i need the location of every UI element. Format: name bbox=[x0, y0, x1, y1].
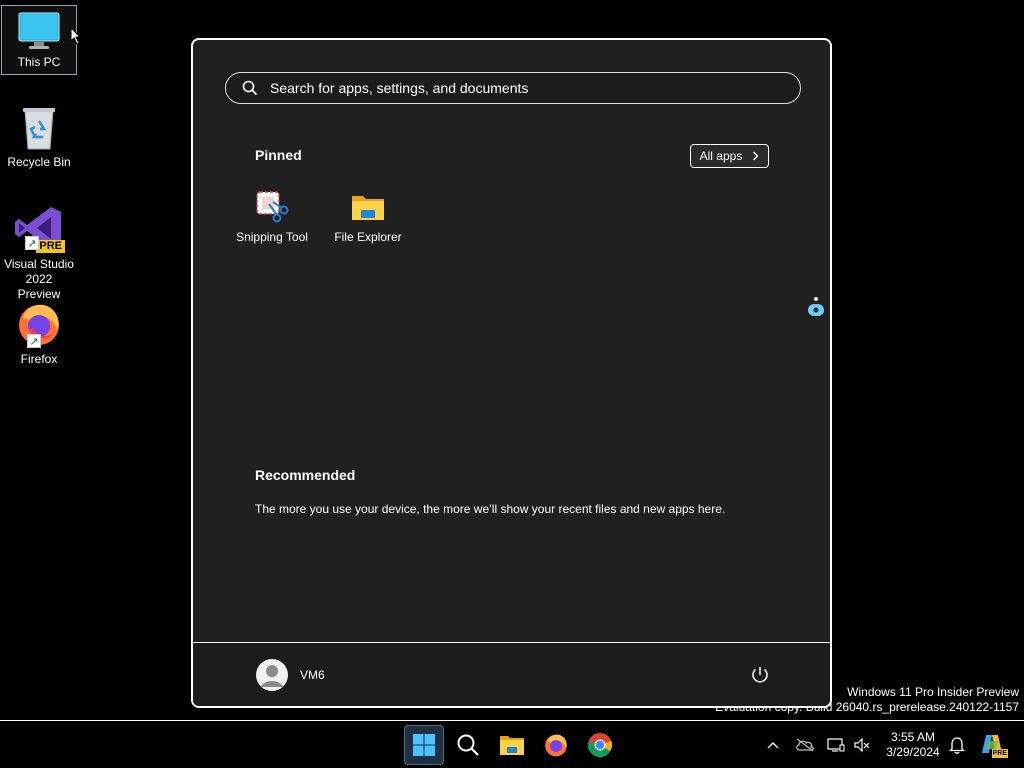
recommended-title: Recommended bbox=[255, 467, 356, 483]
start-search-box[interactable] bbox=[225, 72, 801, 104]
chevron-right-icon bbox=[753, 151, 759, 161]
start-menu: Pinned All apps Snipping Tool File Explo… bbox=[191, 38, 832, 708]
desktop-icon-label: Visual Studio 2022 Preview bbox=[4, 257, 74, 301]
shortcut-arrow-icon: ↗ bbox=[25, 236, 39, 250]
user-name[interactable]: VM6 bbox=[300, 668, 325, 682]
power-button[interactable] bbox=[748, 663, 772, 687]
search-input[interactable] bbox=[270, 80, 800, 96]
monitor-icon bbox=[18, 12, 60, 49]
start-menu-footer: VM6 bbox=[193, 642, 830, 706]
network-tray-icon[interactable] bbox=[825, 721, 847, 768]
power-icon bbox=[752, 667, 768, 683]
shortcut-arrow-icon: ↗ bbox=[27, 334, 41, 348]
file-explorer-icon bbox=[352, 196, 384, 220]
copilot-side-icon[interactable] bbox=[806, 296, 826, 318]
volume-tray-icon[interactable] bbox=[851, 721, 873, 768]
chrome-icon bbox=[587, 733, 613, 758]
snipping-tool-icon bbox=[256, 191, 289, 223]
taskbar-file-explorer[interactable] bbox=[492, 725, 532, 765]
firefox-icon bbox=[545, 734, 567, 757]
pinned-app-file-explorer[interactable]: File Explorer bbox=[320, 190, 416, 244]
pre-badge: PRE bbox=[36, 240, 65, 253]
speaker-muted-icon bbox=[854, 737, 870, 753]
start-icon bbox=[413, 734, 435, 756]
pre-badge: PRE bbox=[991, 749, 1008, 758]
desktop-icon-label: This PC bbox=[17, 55, 61, 69]
user-avatar[interactable] bbox=[256, 659, 288, 691]
desktop-icon-visual-studio[interactable]: PRE ↗ Visual Studio 2022 Preview bbox=[1, 203, 77, 302]
user-icon bbox=[261, 665, 283, 687]
notifications-button[interactable] bbox=[946, 721, 968, 768]
bell-icon bbox=[949, 737, 965, 754]
show-hidden-icons-button[interactable] bbox=[763, 721, 783, 768]
taskbar: 3:55 AM 3/29/2024 PRE bbox=[0, 720, 1024, 768]
desktop-icon-label: Recycle Bin bbox=[7, 155, 71, 169]
pinned-app-label: File Explorer bbox=[334, 230, 402, 244]
copilot-preview-button[interactable]: PRE bbox=[978, 721, 1008, 768]
clock-date: 3/29/2024 bbox=[886, 745, 940, 759]
mouse-cursor-icon bbox=[70, 27, 82, 45]
onedrive-tray-icon[interactable] bbox=[793, 721, 817, 768]
desktop-icon-recycle-bin[interactable]: Recycle Bin bbox=[1, 105, 77, 170]
recycle-bin-icon bbox=[23, 108, 55, 150]
recommended-empty-message: The more you use your device, the more w… bbox=[255, 502, 726, 516]
network-icon bbox=[827, 738, 845, 752]
taskbar-chrome[interactable] bbox=[580, 725, 620, 765]
clock-time: 3:55 AM bbox=[890, 730, 936, 744]
desktop-icon-label: Firefox bbox=[20, 352, 58, 366]
all-apps-button[interactable]: All apps bbox=[690, 144, 769, 168]
file-explorer-icon bbox=[500, 736, 524, 755]
desktop-icon-this-pc[interactable]: This PC bbox=[1, 5, 77, 75]
taskbar-firefox[interactable] bbox=[536, 725, 576, 765]
cloud-offline-icon bbox=[796, 738, 814, 752]
taskbar-clock[interactable]: 3:55 AM 3/29/2024 bbox=[878, 730, 948, 760]
pinned-app-label: Snipping Tool bbox=[236, 230, 308, 244]
search-icon bbox=[242, 80, 258, 96]
pinned-title: Pinned bbox=[255, 147, 302, 163]
all-apps-label: All apps bbox=[699, 149, 743, 163]
chevron-up-icon bbox=[767, 742, 779, 749]
taskbar-search-button[interactable] bbox=[448, 725, 488, 765]
desktop-icon-firefox[interactable]: ↗ Firefox bbox=[1, 300, 77, 367]
pinned-app-snipping-tool[interactable]: Snipping Tool bbox=[224, 190, 320, 244]
start-button[interactable] bbox=[404, 725, 444, 765]
search-icon bbox=[457, 734, 479, 756]
